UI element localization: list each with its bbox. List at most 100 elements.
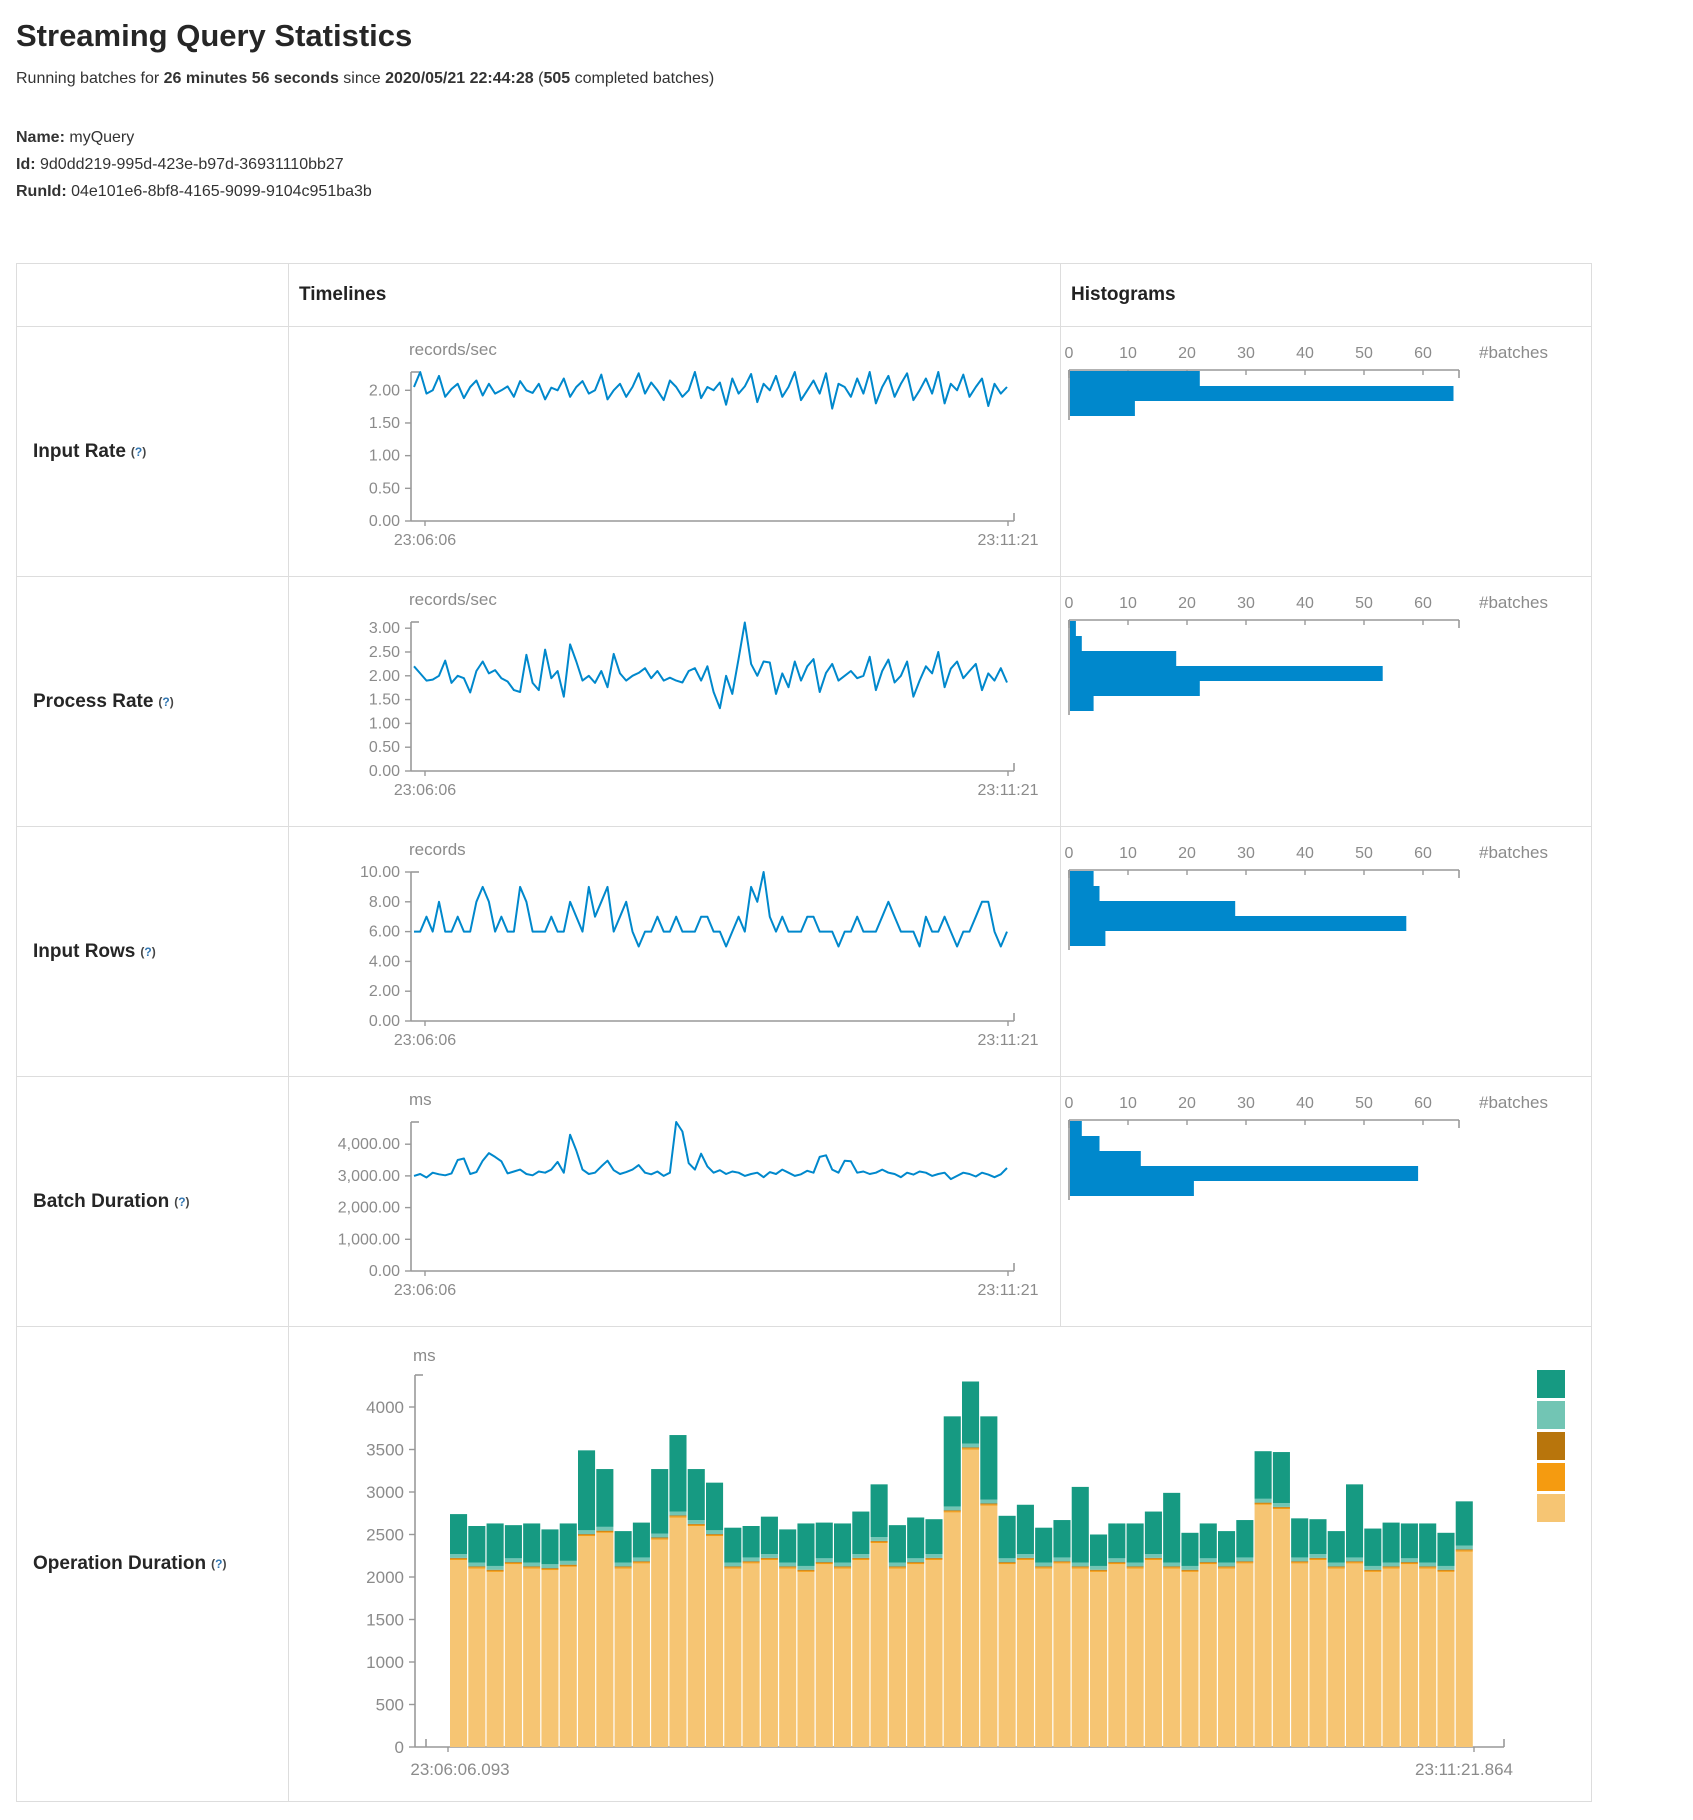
svg-text:records/sec: records/sec	[409, 590, 497, 609]
input-rate-timeline-cell: records/sec2.001.501.000.500.0023:06:062…	[289, 327, 1061, 577]
process-rate-timeline-cell: records/sec3.002.502.001.501.000.500.002…	[289, 577, 1061, 827]
running-summary: Running batches for 26 minutes 56 second…	[16, 70, 1677, 88]
query-id-row: Id: 9d0dd219-995d-423e-b97d-36931110bb27	[16, 151, 1677, 178]
svg-text:6.00: 6.00	[369, 924, 400, 941]
query-runid-row: RunId: 04e101e6-8bf8-4165-9099-9104c951b…	[16, 178, 1677, 205]
svg-text:3500: 3500	[366, 1441, 404, 1460]
table-row: Input Rate (?) records/sec2.001.501.000.…	[17, 327, 1591, 577]
legend-swatch	[1537, 1432, 1565, 1460]
process-rate-histogram-cell: 0102030405060#batches	[1061, 577, 1591, 827]
svg-text:23:11:21.864: 23:11:21.864	[1415, 1760, 1513, 1779]
svg-text:#batches: #batches	[1479, 593, 1548, 612]
start-time: 2020/05/21 22:44:28	[385, 70, 534, 87]
input-rows-timeline-chart: records10.008.006.004.002.000.0023:06:06…	[289, 827, 1059, 1076]
svg-text:23:06:06: 23:06:06	[394, 1282, 456, 1299]
svg-text:2.00: 2.00	[369, 983, 400, 1000]
query-runid-label: RunId:	[16, 183, 67, 200]
table-header-row: Timelines Histograms	[17, 264, 1591, 327]
svg-text:1.50: 1.50	[369, 415, 400, 432]
svg-text:50: 50	[1355, 1095, 1373, 1112]
table-row: Input Rows (?) records10.008.006.004.002…	[17, 827, 1591, 1077]
process-rate-timeline-chart: records/sec3.002.502.001.501.000.500.002…	[289, 577, 1059, 826]
svg-text:ms: ms	[409, 1090, 432, 1109]
header-timelines: Timelines	[289, 264, 1061, 327]
batch-duration-histogram-chart: 0102030405060#batches	[1061, 1077, 1589, 1326]
query-meta: Name: myQuery Id: 9d0dd219-995d-423e-b97…	[16, 124, 1677, 205]
svg-text:#batches: #batches	[1479, 343, 1548, 362]
help-link-input-rows[interactable]: ?	[144, 945, 151, 959]
query-name-row: Name: myQuery	[16, 124, 1677, 151]
svg-text:2,000.00: 2,000.00	[338, 1200, 400, 1217]
svg-text:10: 10	[1119, 1095, 1137, 1112]
svg-text:30: 30	[1237, 845, 1255, 862]
svg-text:60: 60	[1414, 345, 1432, 362]
header-empty-cell	[17, 264, 289, 327]
batch-duration-histogram-cell: 0102030405060#batches	[1061, 1077, 1591, 1327]
running-duration: 26 minutes 56 seconds	[164, 70, 339, 87]
svg-text:10: 10	[1119, 845, 1137, 862]
svg-text:0: 0	[1065, 845, 1074, 862]
paren-open: (	[534, 70, 544, 87]
svg-text:23:11:21: 23:11:21	[977, 1282, 1038, 1299]
svg-text:0.00: 0.00	[369, 763, 400, 780]
help-link-batch-duration[interactable]: ?	[178, 1195, 185, 1209]
svg-text:#batches: #batches	[1479, 843, 1548, 862]
completed-suffix: completed batches)	[570, 70, 714, 87]
svg-text:23:11:21: 23:11:21	[977, 1032, 1038, 1049]
svg-text:10: 10	[1119, 345, 1137, 362]
svg-text:3,000.00: 3,000.00	[338, 1168, 400, 1185]
svg-text:1.50: 1.50	[369, 692, 400, 709]
svg-text:0.00: 0.00	[369, 513, 400, 530]
svg-text:20: 20	[1178, 595, 1196, 612]
query-name-label: Name:	[16, 129, 65, 146]
svg-text:1.00: 1.00	[369, 715, 400, 732]
row-label-operation-duration: Operation Duration (?)	[17, 1327, 289, 1802]
operation-duration-chart: ms4000350030002500200015001000500023:06:…	[289, 1327, 1589, 1801]
svg-text:10.00: 10.00	[360, 864, 400, 881]
since-word: since	[339, 70, 385, 87]
svg-text:1000: 1000	[366, 1653, 404, 1672]
svg-text:40: 40	[1296, 1095, 1314, 1112]
running-prefix: Running batches for	[16, 70, 164, 87]
table-row: Process Rate (?) records/sec 3.00 2.50 2.00…	[17, 577, 1591, 827]
svg-text:1,000.00: 1,000.00	[338, 1231, 400, 1248]
svg-text:1500: 1500	[366, 1611, 404, 1630]
svg-text:23:11:21: 23:11:21	[977, 532, 1038, 549]
svg-text:0: 0	[395, 1738, 404, 1757]
header-histograms: Histograms	[1061, 264, 1591, 327]
svg-text:2500: 2500	[366, 1526, 404, 1545]
page: Streaming Query Statistics Running batch…	[0, 0, 1693, 1802]
svg-text:4.00: 4.00	[369, 953, 400, 970]
svg-text:4,000.00: 4,000.00	[338, 1136, 400, 1153]
svg-text:50: 50	[1355, 595, 1373, 612]
input-rate-histogram-chart: 0102030405060#batches	[1061, 327, 1589, 576]
svg-text:0: 0	[1065, 345, 1074, 362]
svg-text:0: 0	[1065, 595, 1074, 612]
process-rate-histogram-chart: 0102030405060#batches	[1061, 577, 1589, 826]
batch-duration-timeline-cell: ms4,000.003,000.002,000.001,000.000.0023…	[289, 1077, 1061, 1327]
svg-text:23:06:06: 23:06:06	[394, 532, 456, 549]
svg-text:500: 500	[376, 1696, 404, 1715]
svg-text:30: 30	[1237, 595, 1255, 612]
input-rows-histogram-cell: 0102030405060#batches	[1061, 827, 1591, 1077]
svg-text:2.50: 2.50	[369, 644, 400, 661]
svg-text:20: 20	[1178, 845, 1196, 862]
legend-swatch	[1537, 1463, 1565, 1491]
svg-text:60: 60	[1414, 595, 1432, 612]
row-label-process-rate: Process Rate (?)	[17, 577, 289, 827]
row-label-input-rate: Input Rate (?)	[17, 327, 289, 577]
query-runid-value: 04e101e6-8bf8-4165-9099-9104c951ba3b	[71, 183, 372, 200]
svg-text:23:06:06.093: 23:06:06.093	[410, 1760, 509, 1779]
query-name-value: myQuery	[69, 129, 134, 146]
query-id-label: Id:	[16, 156, 36, 173]
svg-text:3.00: 3.00	[369, 620, 400, 637]
table-row-operation-duration: Operation Duration (?) ms400035003000250…	[17, 1327, 1591, 1802]
svg-text:2.00: 2.00	[369, 382, 400, 399]
svg-text:23:06:06: 23:06:06	[394, 782, 456, 799]
input-rows-histogram-chart: 0102030405060#batches	[1061, 827, 1589, 1076]
svg-text:2.00: 2.00	[369, 668, 400, 685]
svg-text:records: records	[409, 840, 466, 859]
help-link-process-rate[interactable]: ?	[162, 695, 169, 709]
svg-text:2000: 2000	[366, 1568, 404, 1587]
svg-text:60: 60	[1414, 1095, 1432, 1112]
